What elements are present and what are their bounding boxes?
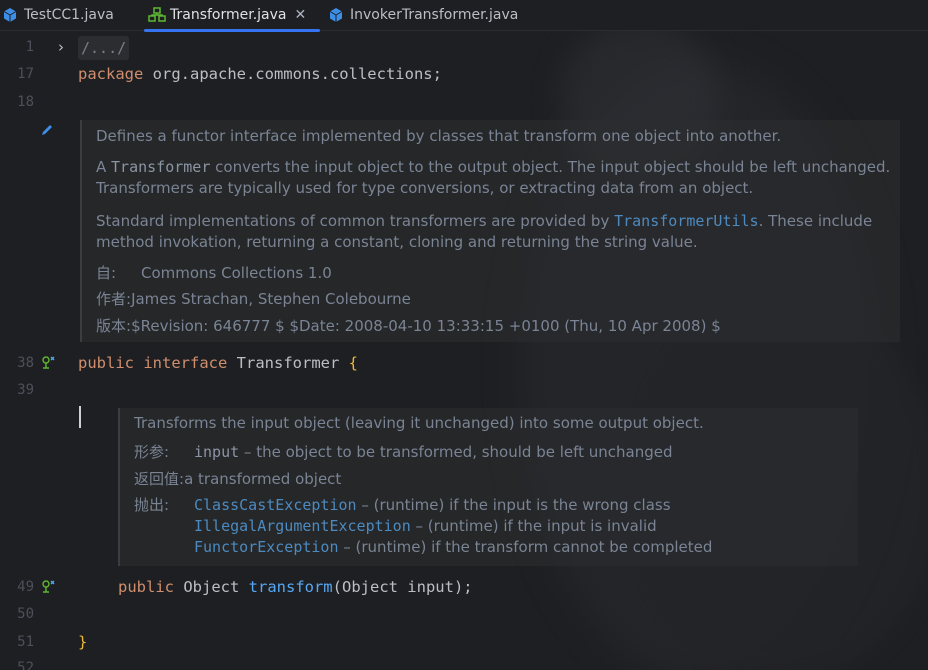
doc-return: 返回值: a transformed object: [134, 470, 342, 488]
doc-version: 版本: $Revision: 646777 $ $Date: 2008-04-10…: [96, 317, 721, 335]
rendered-javadoc-method: Transforms the input object (leaving it …: [118, 408, 858, 566]
folded-region[interactable]: /.../: [78, 36, 130, 60]
throws-item: FunctorException – (runtime) if the tran…: [194, 538, 713, 556]
line-number: 38: [17, 355, 34, 371]
implemented-marker-icon[interactable]: [40, 354, 56, 370]
throws-item: ClassCastException – (runtime) if the in…: [194, 496, 671, 514]
expand-chevron-icon[interactable]: ›: [58, 40, 72, 55]
interface-declaration: public interface Transformer {: [78, 354, 359, 372]
exception-link[interactable]: FunctorException: [194, 538, 339, 556]
package-declaration: package org.apache.commons.collections;: [78, 65, 442, 83]
line-number: 50: [17, 606, 34, 622]
doc-author: 作者: James Strachan, Stephen Colebourne: [96, 290, 411, 308]
line-number: 49: [17, 579, 34, 595]
tab-label: Transformer.java: [170, 7, 287, 23]
interface-icon: [148, 7, 166, 23]
throws-item: IllegalArgumentException – (runtime) if …: [194, 517, 657, 535]
line-number: 51: [17, 634, 34, 650]
line-number: 18: [17, 94, 34, 110]
line-number: 1: [25, 39, 34, 55]
doc-summary: Defines a functor interface implemented …: [96, 127, 782, 145]
method-declaration: public Object transform(Object input);: [118, 578, 473, 596]
code-editor[interactable]: 1 17 18 38 39 49 50 51 52 › /.../ packag…: [0, 32, 928, 670]
line-number: 39: [17, 382, 34, 398]
doc-paragraph: Standard implementations of common trans…: [96, 212, 873, 251]
editor-tab-bar: TestCC1.java Transformer.java ✕ InvokerT…: [0, 0, 928, 32]
doc-summary: Transforms the input object (leaving it …: [134, 414, 704, 432]
transformerutils-link[interactable]: TransformerUtils: [614, 212, 759, 230]
tab-label: TestCC1.java: [24, 7, 114, 23]
line-number: 17: [17, 66, 34, 82]
tab-label: InvokerTransformer.java: [350, 7, 519, 23]
close-icon[interactable]: ✕: [295, 7, 307, 23]
doc-throws: 抛出: ClassCastException – (runtime) if th…: [134, 496, 713, 556]
implemented-marker-icon[interactable]: [40, 578, 56, 594]
java-class-icon: [328, 7, 344, 23]
exception-link[interactable]: IllegalArgumentException: [194, 517, 411, 535]
doc-param: 形参: input – the object to be transformed,…: [134, 443, 673, 461]
closing-brace: }: [78, 633, 88, 651]
edit-doc-pencil-icon[interactable]: [40, 122, 56, 138]
text-caret: [79, 406, 81, 428]
java-class-icon: [2, 7, 18, 23]
line-number: 52: [17, 660, 34, 670]
doc-since: 自: Commons Collections 1.0: [96, 264, 332, 282]
tab-transformer[interactable]: Transformer.java ✕: [144, 0, 320, 32]
rendered-javadoc-class: Defines a functor interface implemented …: [80, 120, 900, 342]
tab-invoker-transformer[interactable]: InvokerTransformer.java: [324, 0, 528, 30]
tab-testcc1[interactable]: TestCC1.java: [0, 0, 140, 30]
exception-link[interactable]: ClassCastException: [194, 496, 357, 514]
doc-paragraph: A Transformer converts the input object …: [96, 158, 891, 197]
